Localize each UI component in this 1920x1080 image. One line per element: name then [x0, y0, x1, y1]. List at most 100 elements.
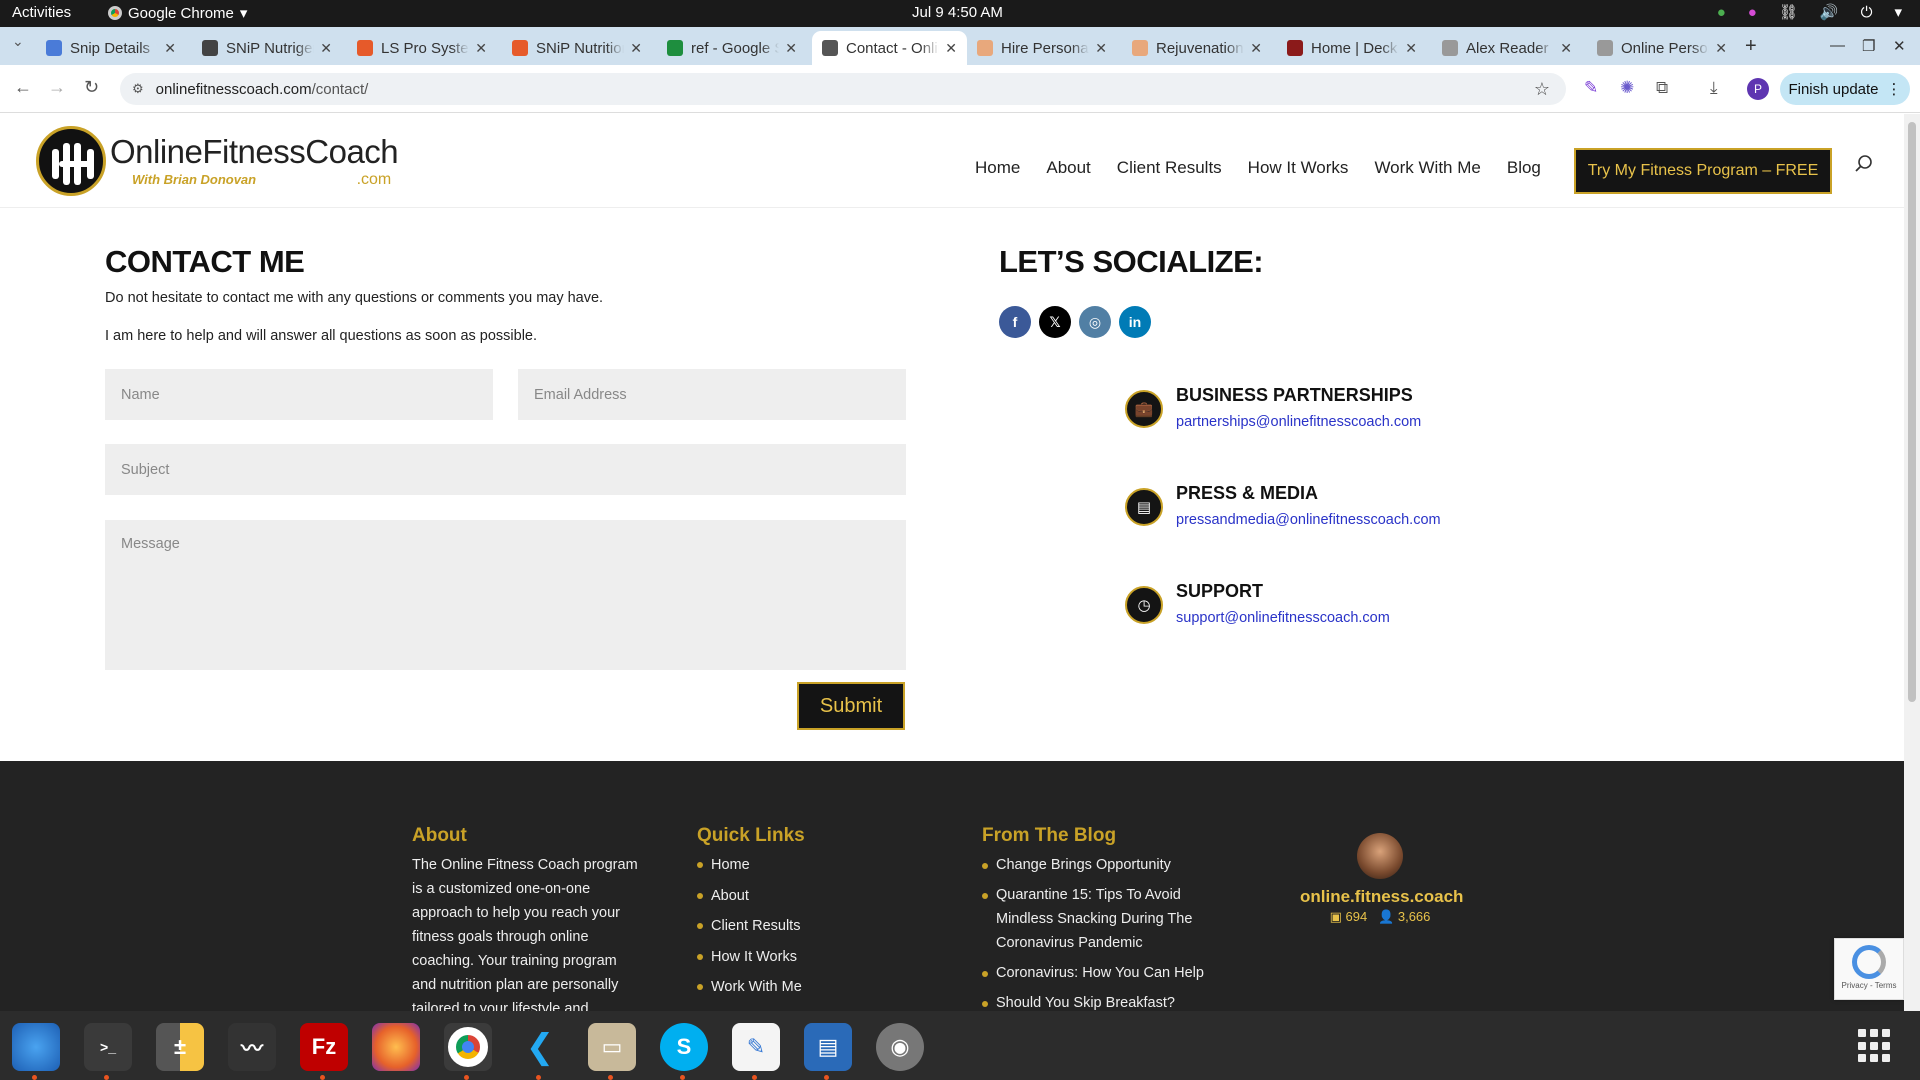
profile-avatar[interactable]: P [1747, 78, 1769, 100]
bookmark-star-icon[interactable]: ☆ [1534, 79, 1550, 100]
nav-link[interactable]: How It Works [1248, 158, 1349, 178]
linkedin-icon[interactable]: in [1119, 306, 1151, 338]
calculator-icon[interactable]: ± [156, 1023, 204, 1071]
system-tray[interactable]: ● ● ⛓ 🔊 ⏻ ▾ [1717, 3, 1902, 22]
browser-tab[interactable]: Hire Personal ✕ [967, 31, 1117, 65]
download-icon[interactable]: ⤓ [1710, 78, 1718, 98]
browser-tab[interactable]: Rejuvenation ✕ [1122, 31, 1272, 65]
instagram-handle[interactable]: online.fitness.coach [1300, 887, 1463, 907]
instagram-widget[interactable]: online.fitness.coach ▣ 694 👤 3,666 [1300, 833, 1463, 925]
power-icon[interactable]: ⏻ [1861, 4, 1873, 21]
footer-link[interactable]: Work With Me [697, 972, 802, 1003]
chrome-icon[interactable] [444, 1023, 492, 1080]
update-icon[interactable]: ● [1717, 4, 1726, 21]
minimize-button[interactable]: — [1830, 37, 1845, 54]
tab-close-icon[interactable]: ✕ [1560, 40, 1572, 57]
close-window-button[interactable]: ✕ [1893, 37, 1906, 55]
app-menu[interactable]: Google Chrome ▾ [108, 4, 247, 22]
message-field[interactable]: Message [105, 520, 906, 670]
contact-email-link[interactable]: support@onlinefitnesscoach.com [1176, 610, 1390, 626]
pen-icon[interactable]: ✎ [1584, 78, 1598, 98]
vscode-icon[interactable]: ❮ [516, 1023, 564, 1080]
nav-link[interactable]: Home [975, 158, 1020, 178]
footer-link[interactable]: Client Results [697, 911, 802, 942]
browser-tab[interactable]: Snip Details ✕ [36, 31, 186, 65]
nav-link[interactable]: Work With Me [1374, 158, 1480, 178]
finish-update-button[interactable]: Finish update ⋮ [1780, 73, 1910, 105]
tab-close-icon[interactable]: ✕ [164, 40, 176, 57]
contact-email-link[interactable]: pressandmedia@onlinefitnesscoach.com [1176, 512, 1441, 528]
extensions-puzzle-icon[interactable]: ⧉ [1656, 78, 1668, 98]
browser-tab[interactable]: LS Pro System ✕ [347, 31, 497, 65]
clock[interactable]: Jul 9 4:50 AM [912, 4, 1003, 21]
tab-close-icon[interactable]: ✕ [630, 40, 642, 57]
tab-close-icon[interactable]: ✕ [945, 40, 957, 57]
tab-close-icon[interactable]: ✕ [1095, 40, 1107, 57]
page-scrollbar[interactable] [1904, 114, 1920, 1011]
browser-tab[interactable]: Alex Reader ✕ [1432, 31, 1582, 65]
disk-icon[interactable]: ◉ [876, 1023, 924, 1071]
browser-tab[interactable]: Home | Deck ✕ [1277, 31, 1427, 65]
browser-tab[interactable]: Online Personal ✕ [1587, 31, 1737, 65]
subject-field[interactable]: Subject [105, 444, 906, 495]
back-icon[interactable]: ← [14, 77, 32, 98]
tab-close-icon[interactable]: ✕ [1715, 40, 1727, 57]
restore-button[interactable]: ❐ [1862, 37, 1875, 55]
search-icon[interactable] [1854, 154, 1874, 174]
new-tab-button[interactable]: + [1745, 35, 1757, 58]
firefox-icon[interactable] [372, 1023, 420, 1071]
blog-post-link[interactable]: Coronavirus: How You Can Help [982, 961, 1212, 985]
nav-link[interactable]: Blog [1507, 158, 1541, 178]
contact-email-link[interactable]: partnerships@onlinefitnesscoach.com [1176, 414, 1421, 430]
site-info-icon[interactable]: ⚙ [132, 81, 144, 97]
blog-post-link[interactable]: Change Brings Opportunity [982, 853, 1212, 877]
recaptcha-text[interactable]: Privacy - Terms [1835, 981, 1903, 990]
system-monitor-icon[interactable]: 〰 [228, 1023, 276, 1071]
tab-close-icon[interactable]: ✕ [1250, 40, 1262, 57]
volume-icon[interactable]: 🔊 [1820, 3, 1839, 21]
name-field[interactable]: Name [105, 369, 493, 420]
browser-tab[interactable]: SNiP Nutrition ✕ [502, 31, 652, 65]
footer-link[interactable]: About [697, 881, 802, 912]
browser-tab[interactable]: Contact - Online Fitness ✕ [812, 31, 967, 65]
activities-button[interactable]: Activities [12, 4, 71, 21]
skype-icon[interactable]: S [660, 1023, 708, 1080]
nav-link[interactable]: About [1046, 158, 1090, 178]
blog-post-link[interactable]: Should You Skip Breakfast? [982, 991, 1212, 1011]
gear-extension-icon[interactable]: ✺ [1620, 78, 1634, 98]
email-field[interactable]: Email Address [518, 369, 906, 420]
tab-close-icon[interactable]: ✕ [320, 40, 332, 57]
site-logo[interactable]: OnlineFitnessCoach With Brian Donovan .c… [36, 126, 399, 196]
terminal-icon[interactable]: >_ [84, 1023, 132, 1080]
blog-post-link[interactable]: Quarantine 15: Tips To Avoid Mindless Sn… [982, 883, 1212, 955]
filezilla-icon[interactable]: Fz [300, 1023, 348, 1080]
browser-tab[interactable]: ref - Google Sheets ✕ [657, 31, 807, 65]
thunderbird-icon[interactable] [12, 1023, 60, 1080]
recaptcha-badge[interactable]: Privacy - Terms [1834, 938, 1904, 1000]
address-bar[interactable]: ⚙ onlinefitnesscoach.com/contact/ ☆ [120, 73, 1566, 105]
submit-button[interactable]: Submit [797, 682, 905, 730]
free-program-cta-button[interactable]: Try My Fitness Program – FREE [1574, 148, 1832, 194]
footer-link[interactable]: Home [697, 850, 802, 881]
tab-title: Rejuvenation [1156, 39, 1244, 57]
tab-close-icon[interactable]: ✕ [1405, 40, 1417, 57]
tab-close-icon[interactable]: ✕ [785, 40, 797, 57]
reload-icon[interactable]: ↻ [84, 77, 99, 98]
show-apps-grid-icon[interactable] [1858, 1029, 1892, 1063]
writer-icon[interactable]: ▤ [804, 1023, 852, 1080]
x-twitter-icon[interactable]: 𝕏 [1039, 306, 1071, 338]
nav-link[interactable]: Client Results [1117, 158, 1222, 178]
forward-icon[interactable]: → [48, 77, 66, 98]
browser-tab[interactable]: SNiP Nutrigenomics ✕ [192, 31, 342, 65]
files-icon[interactable]: ▭ [588, 1023, 636, 1080]
color-picker-icon[interactable]: ● [1748, 4, 1757, 21]
footer-link[interactable]: How It Works [697, 942, 802, 973]
tab-search-icon[interactable]: ⌄ [12, 33, 24, 50]
facebook-icon[interactable]: f [999, 306, 1031, 338]
chevron-down-icon[interactable]: ▾ [1894, 3, 1902, 21]
instagram-icon[interactable]: ◎ [1079, 306, 1111, 338]
tab-close-icon[interactable]: ✕ [475, 40, 487, 57]
text-editor-icon[interactable]: ✎ [732, 1023, 780, 1080]
network-icon[interactable]: ⛓ [1779, 3, 1798, 21]
scrollbar-thumb[interactable] [1908, 122, 1916, 702]
